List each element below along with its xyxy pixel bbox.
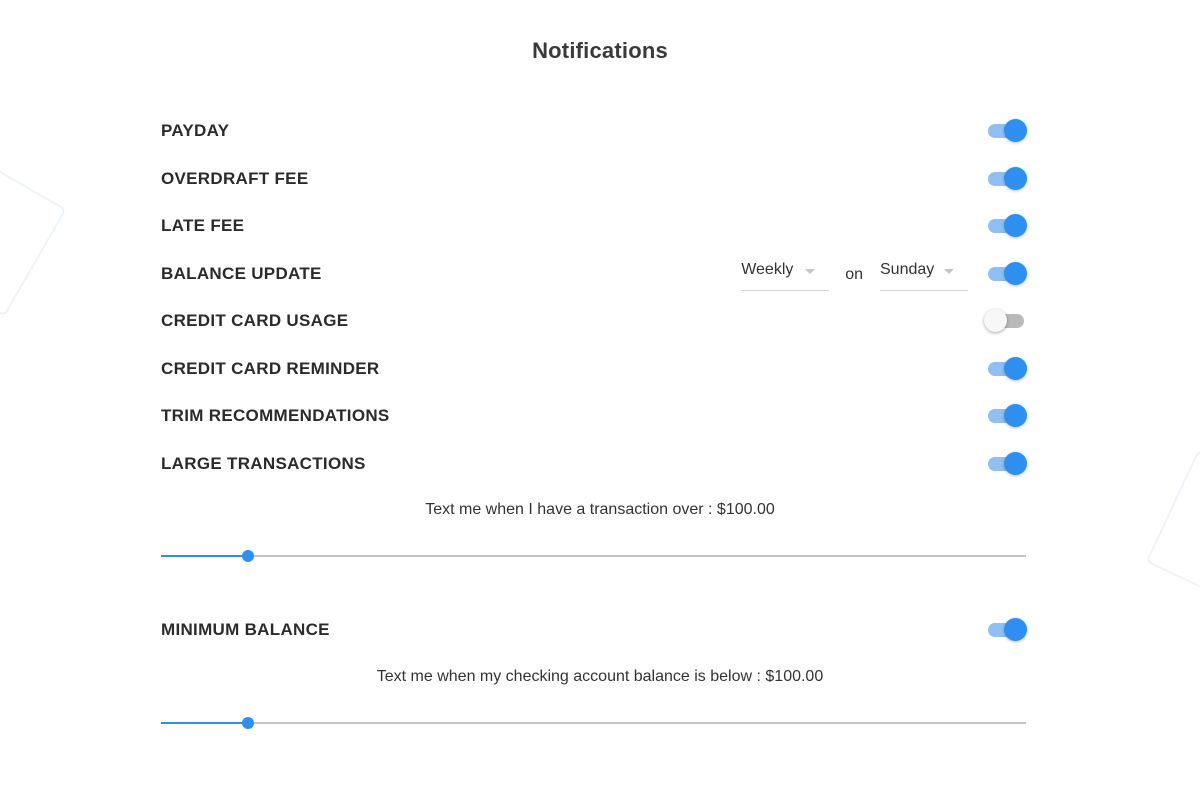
setting-label: MINIMUM BALANCE: [161, 620, 330, 639]
setting-row-payday: PAYDAY: [161, 116, 1027, 146]
toggle-knob: [1004, 404, 1027, 427]
overdraft-fee-toggle[interactable]: [986, 166, 1027, 192]
credit-card-usage-toggle[interactable]: [984, 308, 1026, 334]
setting-label: TRIM RECOMMENDATIONS: [161, 406, 390, 425]
balance-update-toggle[interactable]: [986, 261, 1027, 287]
toggle-knob: [1004, 119, 1027, 142]
toggle-knob: [1004, 214, 1027, 237]
slider-thumb[interactable]: [241, 550, 254, 562]
setting-label: CREDIT CARD USAGE: [161, 311, 349, 330]
toggle-knob: [1004, 357, 1027, 380]
toggle-knob: [1004, 452, 1027, 475]
slider-rail: [161, 555, 1026, 557]
slider-thumb[interactable]: [241, 717, 254, 729]
day-select[interactable]: Sunday: [880, 258, 968, 291]
slider-fill: [161, 555, 248, 557]
minimum-balance-slider[interactable]: [161, 715, 1026, 731]
minimum-balance-toggle[interactable]: [986, 617, 1027, 643]
minimum-balance-caption: Text me when my checking account balance…: [376, 668, 824, 685]
large-transaction-caption: Text me when I have a transaction over :…: [425, 501, 775, 518]
page-title: Notifications: [532, 38, 668, 63]
setting-row-large-transactions: LARGE TRANSACTIONS: [161, 449, 1027, 479]
frequency-select[interactable]: Weekly: [741, 258, 830, 291]
setting-label: OVERDRAFT FEE: [161, 169, 309, 188]
setting-row-credit-card-usage: CREDIT CARD USAGE: [161, 306, 1026, 336]
setting-row-credit-card-reminder: CREDIT CARD REMINDER: [161, 354, 1027, 384]
setting-row-overdraft-fee: OVERDRAFT FEE: [161, 164, 1027, 194]
frequency-select-value: Weekly: [741, 260, 794, 278]
slider-fill: [161, 722, 248, 724]
setting-row-balance-update: BALANCE UPDATE Weekly on Sunday: [161, 258, 1027, 291]
setting-row-minimum-balance: MINIMUM BALANCE: [161, 615, 1027, 645]
toggle-knob: [984, 309, 1007, 332]
setting-row-late-fee: LATE FEE: [161, 211, 1027, 241]
toggle-knob: [1004, 167, 1027, 190]
notifications-panel: Notifications PAYDAY OVERDRAFT FEE LATE …: [0, 0, 1200, 800]
setting-label: CREDIT CARD REMINDER: [161, 359, 380, 378]
trim-recommendations-toggle[interactable]: [986, 403, 1027, 429]
setting-label: LARGE TRANSACTIONS: [161, 454, 366, 473]
late-fee-toggle[interactable]: [986, 213, 1027, 239]
day-select-value: Sunday: [880, 260, 935, 278]
setting-label: BALANCE UPDATE: [161, 264, 322, 283]
chevron-down-icon: [944, 268, 954, 274]
payday-toggle[interactable]: [986, 118, 1027, 144]
setting-label: LATE FEE: [161, 216, 245, 235]
setting-label: PAYDAY: [161, 121, 230, 140]
chevron-down-icon: [805, 268, 816, 274]
slider-rail: [161, 722, 1026, 724]
balance-update-schedule: Weekly on Sunday: [741, 258, 968, 291]
toggle-knob: [1004, 262, 1027, 285]
large-transaction-slider[interactable]: [161, 548, 1026, 564]
on-label: on: [845, 266, 863, 283]
toggle-knob: [1004, 618, 1027, 641]
setting-row-trim-recommendations: TRIM RECOMMENDATIONS: [161, 401, 1027, 431]
credit-card-reminder-toggle[interactable]: [986, 356, 1027, 382]
large-transactions-toggle[interactable]: [986, 451, 1027, 477]
